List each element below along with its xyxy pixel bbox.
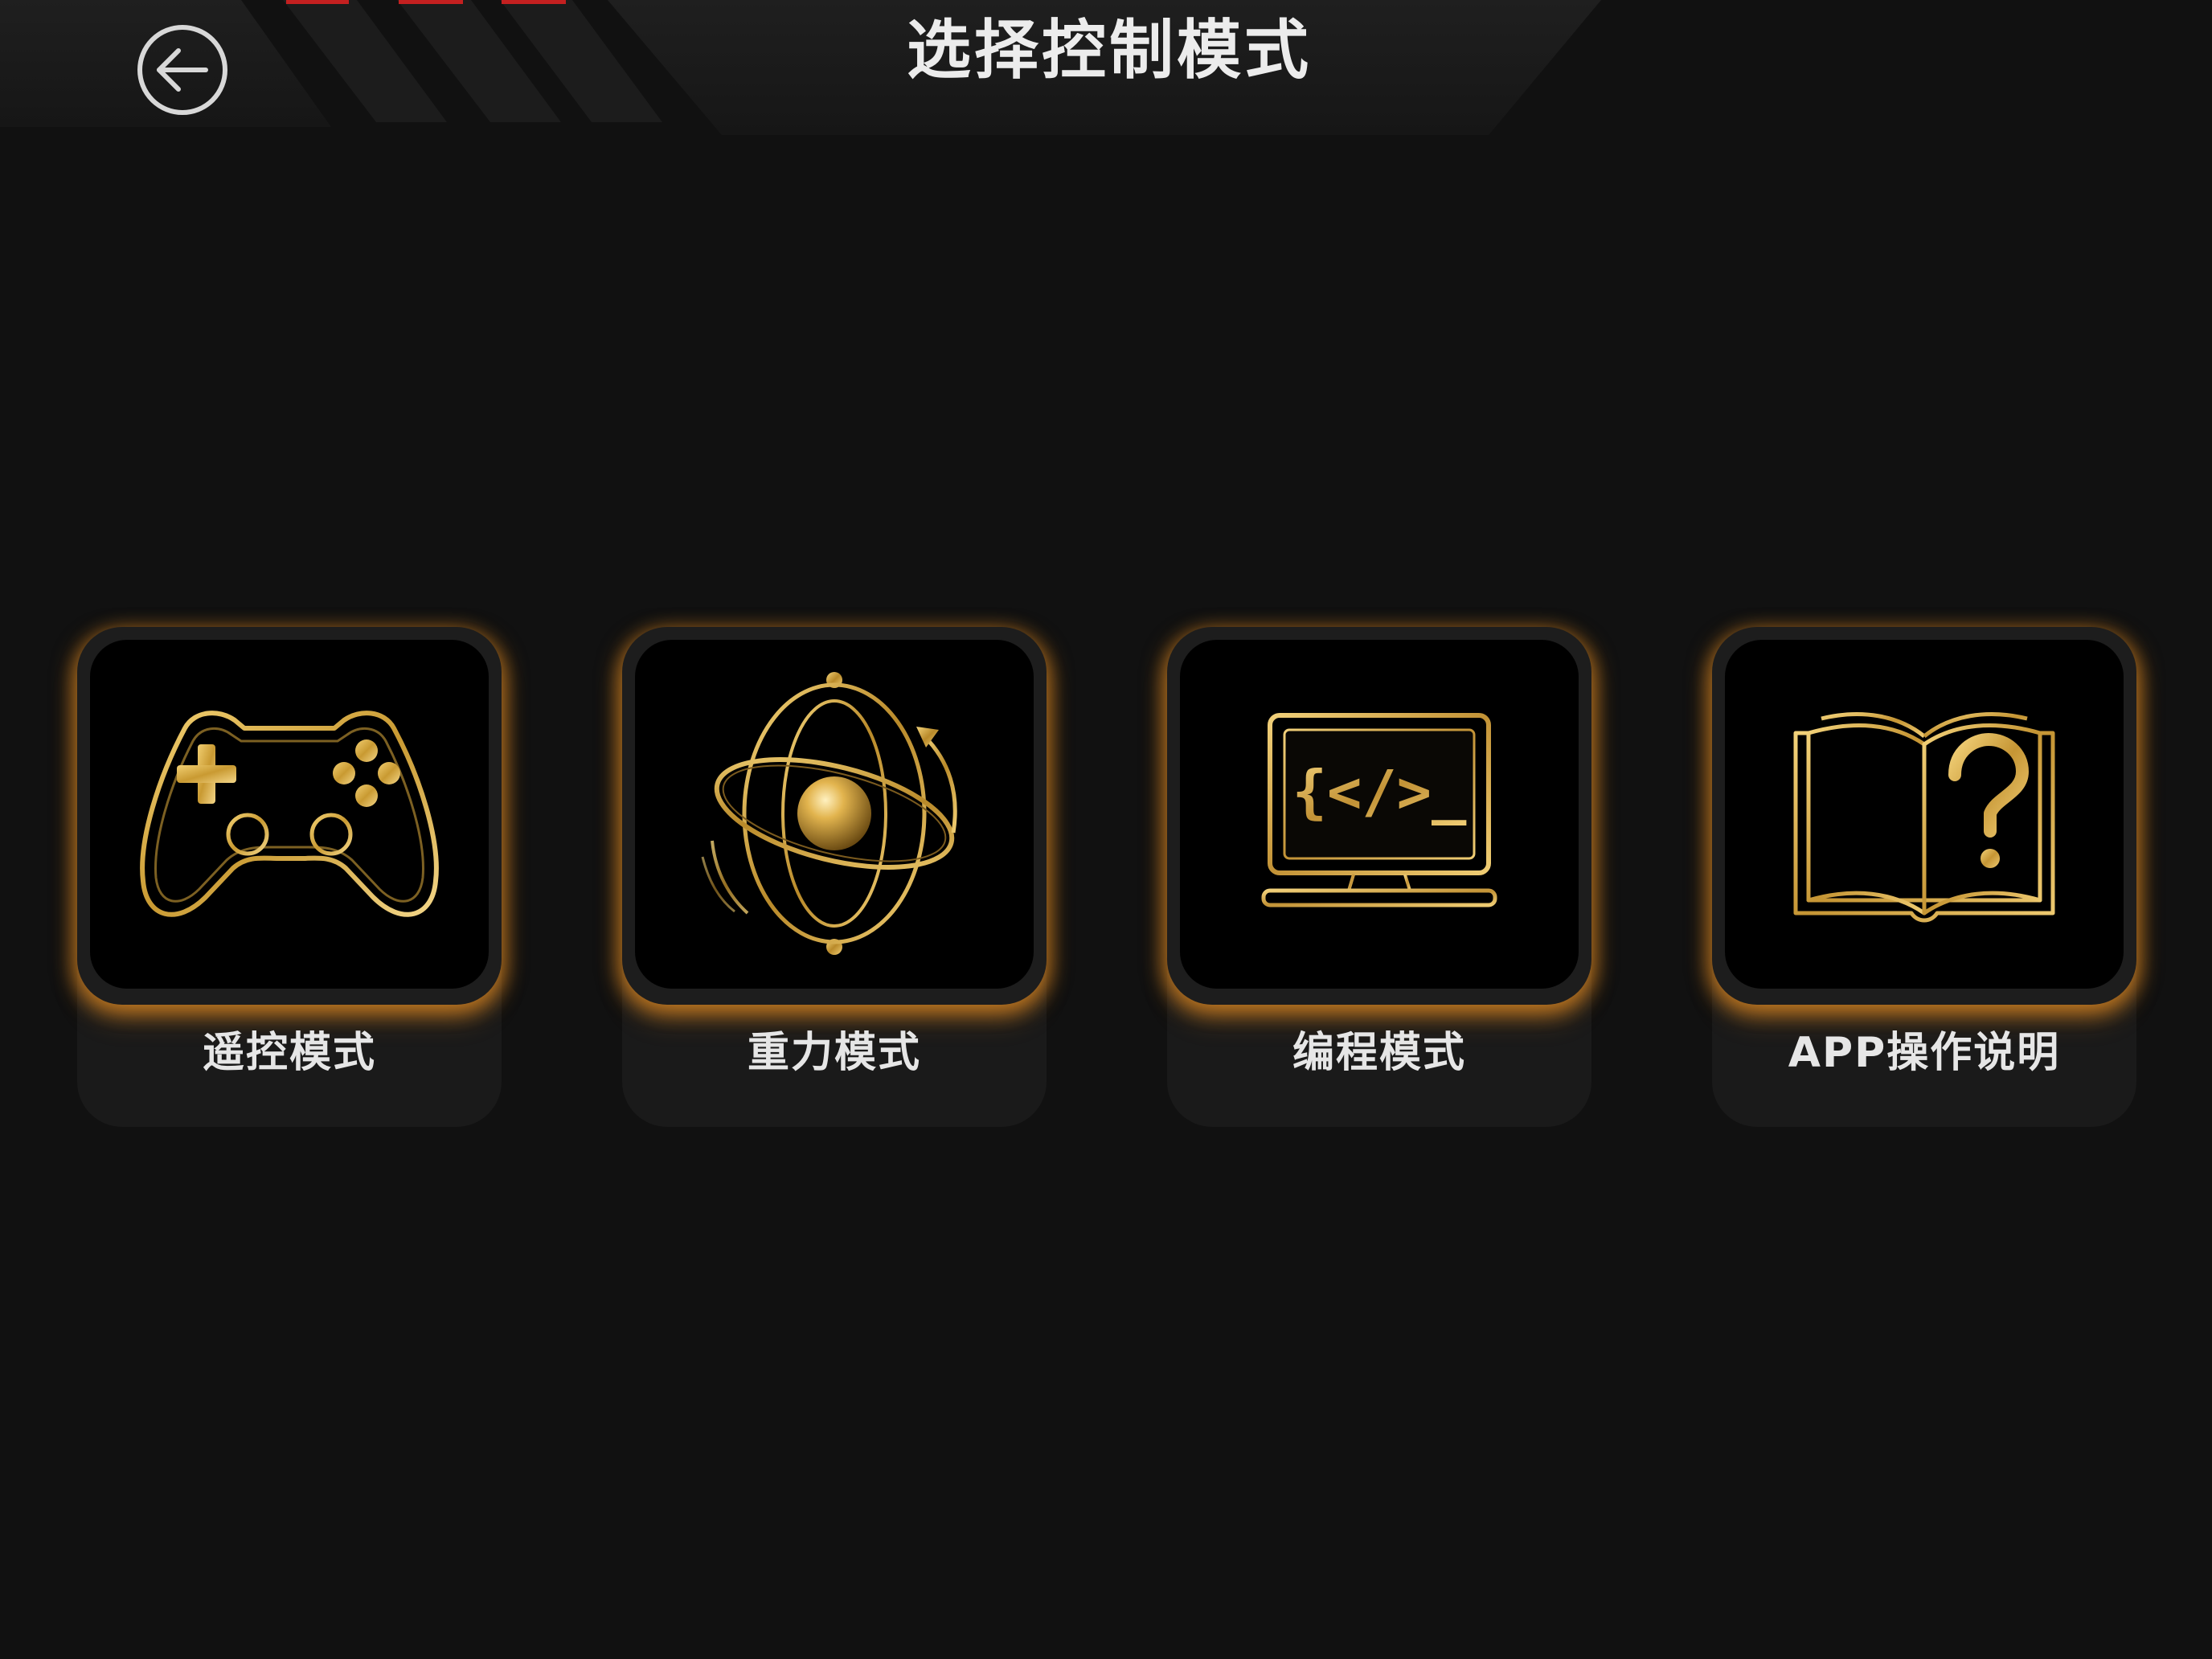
arrow-left-circle-icon (137, 25, 227, 115)
mode-card-label: APP操作说明 (1788, 1029, 2061, 1077)
mode-card-gravity[interactable]: 重力模式 (622, 627, 1047, 1127)
mode-card-icon-panel (1725, 640, 2124, 989)
mode-card-icon-panel: {</>_ (1180, 640, 1579, 989)
mode-card-label: 重力模式 (747, 1029, 921, 1077)
mode-card-label: 编程模式 (1292, 1029, 1466, 1077)
mode-card-icon-frame: {</>_ (1167, 627, 1591, 1005)
mode-card-icon-panel (90, 640, 489, 989)
mode-card-icon-frame (77, 627, 502, 1005)
page-title: 选择控制模式 (907, 13, 1312, 88)
mode-card-remote[interactable]: 遥控模式 (77, 627, 502, 1127)
back-button[interactable] (135, 23, 230, 117)
header-red-accent (502, 0, 566, 4)
mode-card-programming[interactable]: {</>_ 编程模式 (1167, 627, 1591, 1127)
gamepad-icon (140, 711, 439, 917)
help-book-icon (1793, 712, 2055, 923)
header-red-accent (286, 0, 349, 4)
mode-card-icon-panel (635, 640, 1034, 989)
mode-card-label: 遥控模式 (202, 1029, 376, 1077)
svg-text:{</>_: {</>_ (1292, 758, 1467, 825)
mode-card-app-help[interactable]: APP操作说明 (1712, 627, 2136, 1127)
mode-card-icon-frame (1712, 627, 2136, 1005)
gyroscope-icon (701, 672, 957, 955)
code-monitor-icon: {</>_ (1261, 713, 1497, 907)
mode-card-icon-frame (622, 627, 1047, 1005)
control-mode-screen: 选择控制模式 遥控模式 重力模式 {</>_ 编程模式 APP操作说明 (0, 0, 2212, 1659)
header-red-accent (399, 0, 463, 4)
